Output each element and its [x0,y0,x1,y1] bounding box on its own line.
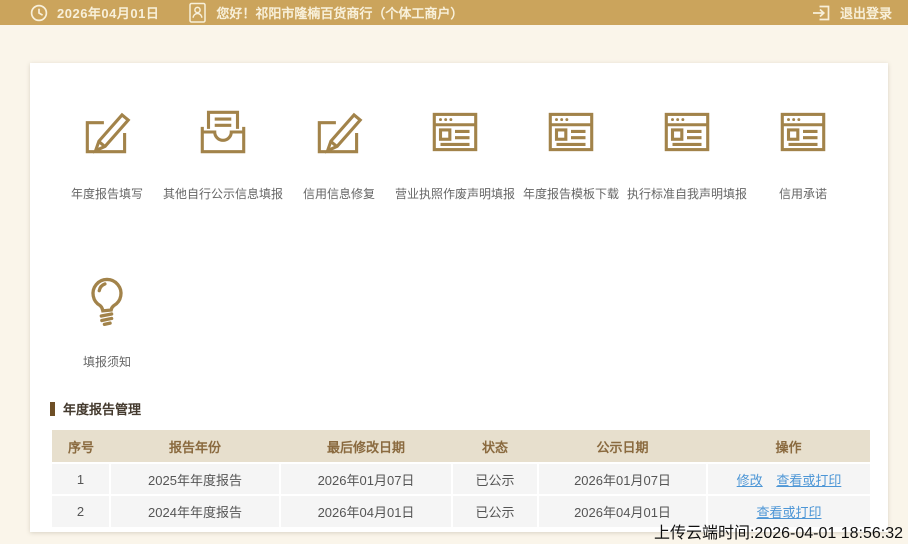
logout-label: 退出登录 [839,6,892,21]
section-title-text: 年度报告管理 [63,402,142,417]
modify-link[interactable]: 修改 [737,473,763,488]
nav-item-label: 执行标准自我声明填报 [627,187,748,201]
logout-button[interactable]: 退出登录 [811,3,892,23]
nav-item-label: 信用信息修复 [302,187,375,201]
lightbulb-icon [91,277,123,326]
cell-no: 1 [52,462,110,495]
nav-item-credit-commitment[interactable]: 信用承诺 [745,103,861,202]
main-panel: 年度报告填写 其他自行公示信息填报 信用信息修复 营业执照作废声明填报 年度报告… [30,63,888,532]
header-operation: 操作 [707,430,870,463]
cell-published: 2026年01月07日 [537,462,707,495]
inbox-document-icon [200,110,246,154]
exit-icon [811,3,831,23]
nav-item-template-download[interactable]: 年度报告模板下载 [513,103,629,202]
upload-cloud-time: 上传云端时间:2026-04-01 18:56:32 [653,525,903,542]
clock-icon [30,4,48,22]
nav-item-label: 其他自行公示信息填报 [163,187,284,201]
cell-operations: 修改 查看或打印 [706,462,870,495]
edit-square-icon [317,113,362,154]
cell-status: 已公示 [451,494,538,527]
header-modified: 最后修改日期 [280,430,452,463]
nav-item-label: 年度报告模板下载 [522,187,619,201]
annual-report-table: 序号 报告年份 最后修改日期 状态 公示日期 操作 1 2025年年度报告 20… [52,430,870,527]
nav-item-license-invalidation[interactable]: 营业执照作废声明填报 [395,103,516,202]
nav-item-label: 信用承诺 [778,187,827,201]
cell-year: 2025年年度报告 [109,462,280,495]
nav-item-other-disclosure[interactable]: 其他自行公示信息填报 [163,103,284,202]
nav-item-credit-repair[interactable]: 信用信息修复 [281,103,397,202]
nav-item-label: 年度报告填写 [70,187,143,201]
nav-item-filing-notice[interactable]: 填报须知 [49,271,165,370]
form-page-icon [432,112,478,152]
cell-no: 2 [52,494,110,527]
table-row: 1 2025年年度报告 2026年01月07日 已公示 2026年01月07日 … [52,462,870,495]
form-page-icon [548,112,594,152]
nav-icon-row: 年度报告填写 其他自行公示信息填报 信用信息修复 营业执照作废声明填报 年度报告… [49,103,888,202]
view-or-print-link[interactable]: 查看或打印 [776,473,841,488]
notice-row: 填报须知 [49,271,888,370]
header-published: 公示日期 [538,430,707,463]
form-page-icon [780,112,826,152]
nav-item-standard-declaration[interactable]: 执行标准自我声明填报 [627,103,748,202]
cell-status: 已公示 [451,462,538,495]
user-greeting: 您好！祁阳市隆楠百货商行（个体工商户） [216,6,464,21]
section-title: 年度报告管理 [50,399,888,418]
cell-modified: 2026年01月07日 [279,462,452,495]
user-badge-icon [189,2,207,23]
title-marker [50,401,55,416]
top-bar: 2026年04月01日 您好！祁阳市隆楠百货商行（个体工商户） 退出登录 [0,0,908,25]
form-page-icon [664,112,710,152]
header-no: 序号 [52,430,110,463]
cell-modified: 2026年04月01日 [279,494,452,527]
header-status: 状态 [452,430,538,463]
edit-square-icon [85,113,130,154]
current-date: 2026年04月01日 [57,6,160,21]
nav-item-label: 营业执照作废声明填报 [395,187,516,201]
table-header-row: 序号 报告年份 最后修改日期 状态 公示日期 操作 [52,430,870,463]
header-year: 报告年份 [110,430,280,463]
nav-item-label: 填报须知 [82,355,131,369]
view-or-print-link[interactable]: 查看或打印 [756,505,821,520]
cell-year: 2024年年度报告 [109,494,280,527]
nav-item-annual-report-fill[interactable]: 年度报告填写 [49,103,165,202]
